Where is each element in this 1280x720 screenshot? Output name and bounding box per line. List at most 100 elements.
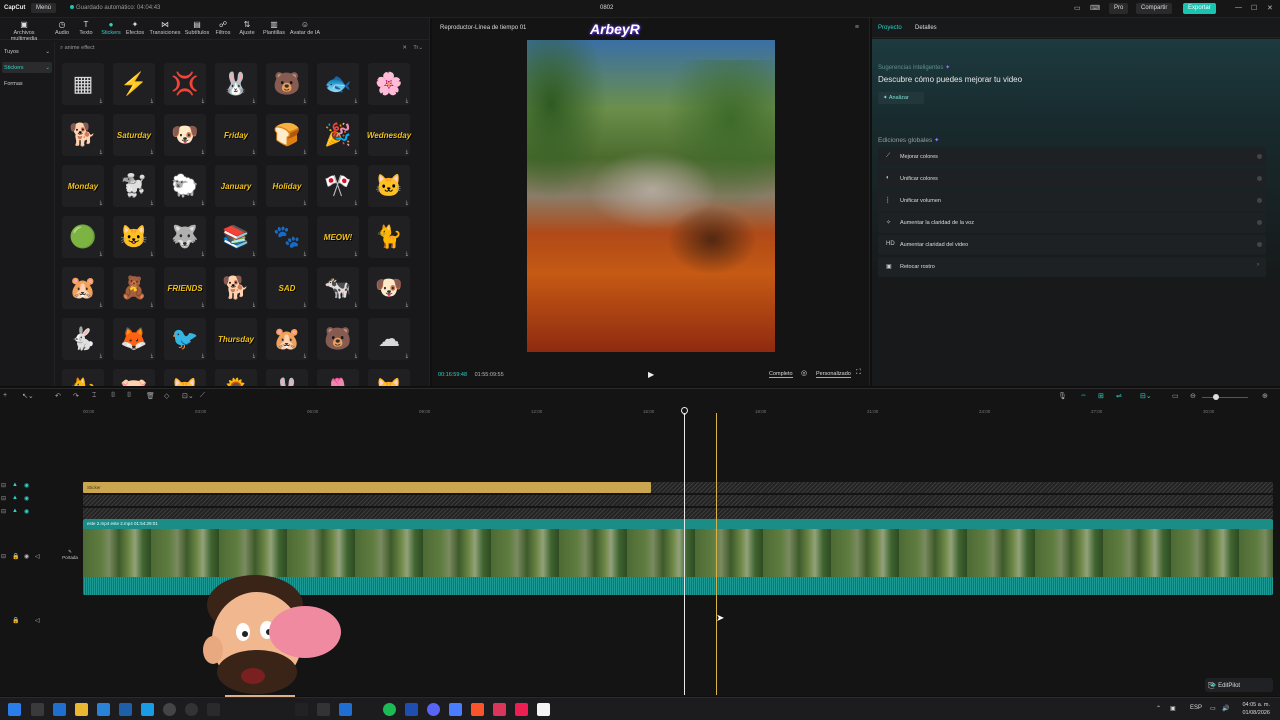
track-visibility-icon[interactable]: ▲	[12, 508, 18, 514]
download-icon[interactable]: ⤓	[100, 149, 102, 155]
sticker-item[interactable]: 🌸 ⤓	[368, 63, 410, 105]
layout-icon[interactable]: ▭	[1074, 4, 1081, 12]
magic-icon[interactable]: ⟋	[200, 392, 205, 400]
marker-icon[interactable]: ◇	[164, 392, 169, 400]
sticker-item[interactable]: 🐑 ⤓	[164, 165, 206, 207]
sticker-item[interactable]: 🧸 ⤓	[113, 267, 155, 309]
add-track-icon[interactable]: +	[3, 392, 7, 399]
preview-axis-icon[interactable]: ⇌	[1116, 392, 1122, 400]
sticker-item[interactable]: 💢 ⤓	[164, 63, 206, 105]
download-icon[interactable]: ⤓	[253, 200, 255, 206]
download-icon[interactable]: ⤓	[100, 353, 102, 359]
sticker-item[interactable]: 🎌 ⤓	[317, 165, 359, 207]
download-icon[interactable]: ⤓	[100, 302, 102, 308]
full-button[interactable]: Completo	[769, 371, 793, 378]
menu-button[interactable]: Menú	[31, 3, 57, 13]
sticker-item[interactable]: FRIENDS ⤓	[164, 267, 206, 309]
mic-icon[interactable]: 🎙	[1058, 392, 1067, 400]
sticker-item[interactable]: Thursday ⤓	[215, 318, 257, 360]
sticker-item[interactable]: 🐩 ⤓	[113, 165, 155, 207]
tab-media[interactable]: ▣ Archivos multimedia	[2, 20, 46, 42]
timeline-ruler[interactable]: 00:00 03:00 06:00 09:00 12:00 15:00 18:00 21:00…	[83, 407, 1273, 417]
keyboard-icon[interactable]: ⌨	[1090, 4, 1100, 12]
sticker-item[interactable]: Holiday ⤓	[266, 165, 308, 207]
track-visibility-icon[interactable]: ▲	[12, 495, 18, 501]
sticker-search[interactable]: ⌕ anime effect ✕ Tr⌄	[60, 45, 425, 55]
split-icon[interactable]: ⌶	[92, 392, 96, 400]
sticker-item[interactable]: Saturday ⤓	[113, 114, 155, 156]
main-track-eye-icon[interactable]: ◉	[24, 553, 29, 560]
download-icon[interactable]: ⤓	[100, 200, 102, 206]
tab-ai-avatar[interactable]: ☺ Avatar de IA	[289, 20, 321, 36]
tray-chevron-icon[interactable]: ⌃	[1156, 705, 1161, 712]
folder-icon[interactable]	[75, 703, 88, 716]
sticker-item[interactable]: January ⤓	[215, 165, 257, 207]
export-button[interactable]: Exportar	[1183, 3, 1216, 14]
track-lock-icon[interactable]: ⊟	[1, 508, 6, 515]
download-icon[interactable]: ⤓	[253, 149, 255, 155]
player-menu-icon[interactable]: ≡	[855, 24, 859, 31]
download-icon[interactable]: ⤓	[304, 149, 306, 155]
download-icon[interactable]: ⤓	[202, 149, 204, 155]
main-track-lock-icon[interactable]: ⊟	[1, 553, 6, 560]
download-icon[interactable]: ⤓	[304, 98, 306, 104]
monitor-icon[interactable]: ▭	[1172, 392, 1179, 400]
zoom-in-icon[interactable]: ⊕	[1262, 392, 1268, 400]
tab-stickers[interactable]: ● Stickers	[99, 20, 123, 36]
sticker-item[interactable]: 🐦 ⤓	[164, 318, 206, 360]
app-icon[interactable]	[31, 703, 44, 716]
windows-start-icon[interactable]	[8, 703, 21, 716]
category-tuyos[interactable]: Tuyos ⌄	[2, 46, 52, 57]
tab-audio[interactable]: ◷ Audio	[52, 20, 72, 36]
language-indicator[interactable]: ESP	[1190, 705, 1202, 711]
system-clock[interactable]: 04:05 a. m. 01/08/2026	[1242, 701, 1270, 717]
minimize-icon[interactable]: —	[1235, 4, 1242, 11]
download-icon[interactable]: ⤓	[253, 353, 255, 359]
analyze-button[interactable]: ✦ Analizar	[878, 92, 924, 104]
sticker-item[interactable]: 🐕 ⤓	[62, 114, 104, 156]
download-icon[interactable]: ⤓	[151, 302, 153, 308]
close-icon[interactable]: ✕	[1267, 4, 1273, 12]
download-icon[interactable]: ⤓	[151, 251, 153, 257]
category-stickers[interactable]: Stickers ⌄	[2, 62, 52, 73]
sticker-item[interactable]: 🐄 ⤓	[317, 267, 359, 309]
option-voice-clarity[interactable]: ✧ Aumentar la claridad de la voz	[878, 213, 1266, 233]
zoom-out-icon[interactable]: ⊖	[1190, 392, 1196, 400]
sticker-item[interactable]: 🟢 ⤓	[62, 216, 104, 258]
sticker-item[interactable]: 🐟 ⤓	[317, 63, 359, 105]
download-icon[interactable]: ⤓	[253, 251, 255, 257]
app-icon[interactable]	[405, 703, 418, 716]
option-video-clarity[interactable]: HD Aumentar claridad del video	[878, 235, 1266, 255]
download-icon[interactable]: ⤓	[253, 302, 255, 308]
sticker-item[interactable]: 🐰⤓	[215, 63, 257, 105]
toggle-dot[interactable]	[1257, 198, 1262, 203]
sticker-item[interactable]: 🐇 ⤓	[62, 318, 104, 360]
discord-icon[interactable]	[427, 703, 440, 716]
grid-icon[interactable]	[339, 703, 352, 716]
tab-filters[interactable]: ☍ Filtros	[213, 20, 233, 36]
tab-templates[interactable]: ▥ Plantillas	[260, 20, 288, 36]
tab-text[interactable]: T Texto	[76, 20, 96, 36]
option-unify-volume[interactable]: ┆ Unificar volumen	[878, 191, 1266, 211]
sticker-item[interactable]: 🌷⤓	[317, 369, 359, 386]
app-icon[interactable]	[207, 703, 220, 716]
option-retouch-face[interactable]: ▣ Retocar rostro ›	[878, 257, 1266, 277]
cover-button[interactable]: ✎ Portada	[60, 549, 80, 571]
app-icon[interactable]	[317, 703, 330, 716]
category-formas[interactable]: Formas	[2, 78, 52, 89]
sticker-item[interactable]: 🐱⤓	[368, 369, 410, 386]
zoom-slider[interactable]	[1202, 397, 1248, 398]
main-track-audio-icon[interactable]: ◁	[35, 553, 40, 560]
brave-icon[interactable]	[471, 703, 484, 716]
sticker-item[interactable]: 🐹 ⤓	[62, 267, 104, 309]
download-icon[interactable]: ⤓	[355, 98, 357, 104]
filter-icon[interactable]: Tr⌄	[413, 45, 423, 51]
zoom-slider-handle[interactable]	[1213, 394, 1219, 400]
download-icon[interactable]: ⤓	[406, 302, 408, 308]
download-icon[interactable]: ⤓	[202, 251, 204, 257]
sticker-clip[interactable]: Sticker	[83, 482, 651, 493]
tab-effects[interactable]: ✦ Efectos	[124, 20, 146, 36]
obs-icon[interactable]	[185, 703, 198, 716]
download-icon[interactable]: ⤓	[355, 302, 357, 308]
play-icon[interactable]: ▶	[648, 370, 654, 379]
